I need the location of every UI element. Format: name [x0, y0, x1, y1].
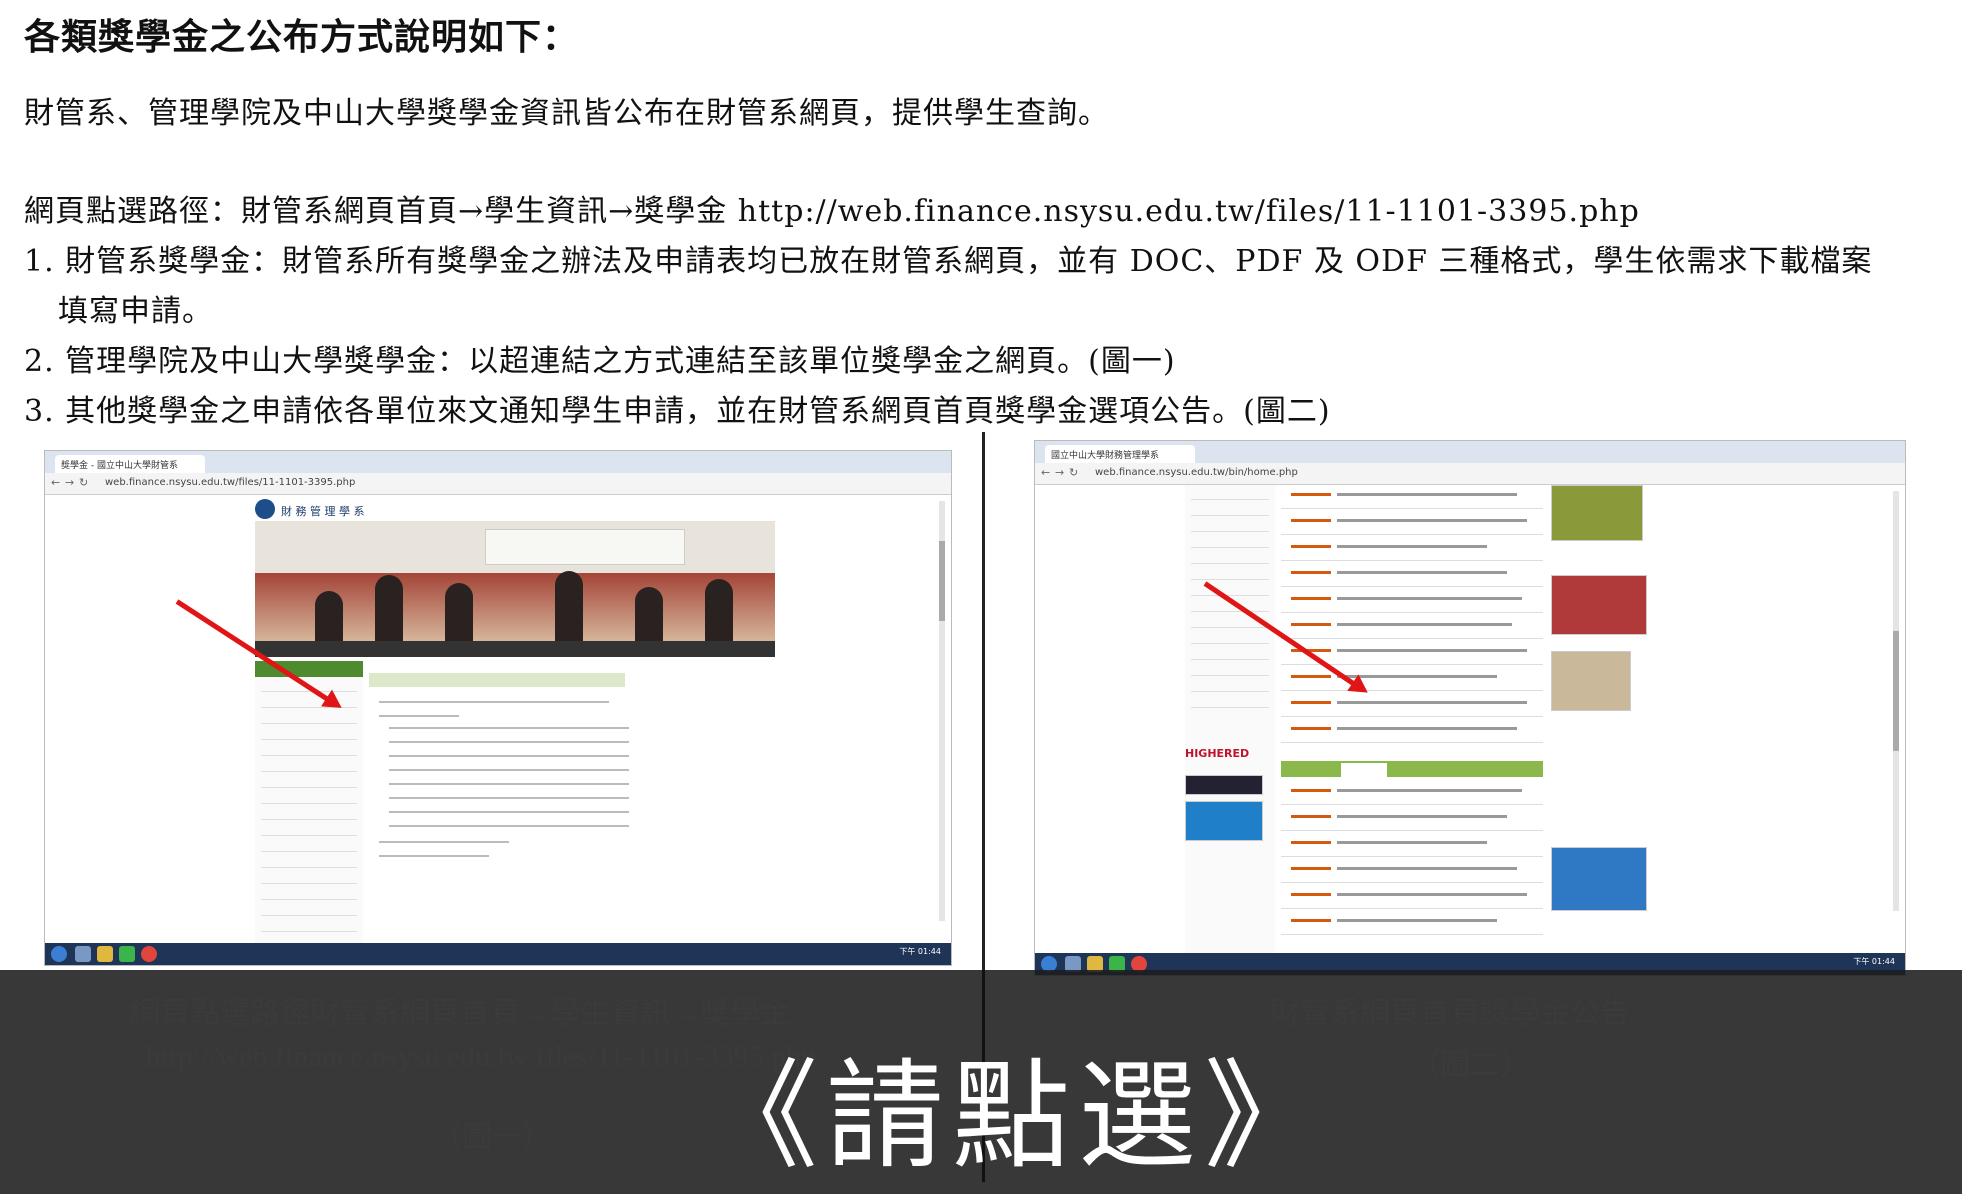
path-paragraph: 網頁點選路徑：財管系網頁首頁→學生資訊→獎學金 http://web.finan… [24, 194, 1640, 229]
forward-icon[interactable]: → [1055, 466, 1064, 479]
sidebar-menu [255, 661, 363, 961]
browser-tab[interactable]: 獎學金 - 國立中山大學財管系 [55, 455, 205, 473]
scholarship-content [369, 661, 775, 961]
news-tab-strip [1281, 761, 1543, 777]
browser-tab[interactable]: 國立中山大學財務管理學系 [1045, 445, 1195, 463]
figure-1-label: （圖一） [432, 1121, 552, 1154]
intro-paragraph: 財管系、管理學院及中山大學獎學金資訊皆公布在財管系網頁，提供學生查詢。 [24, 96, 1109, 131]
news-list [1281, 485, 1543, 955]
figure-1-caption: 網頁點選路徑財管系網頁首頁→學生資訊→獎學金 [130, 997, 790, 1030]
windows-taskbar: 下午 01:44 [45, 943, 951, 965]
forward-icon[interactable]: → [65, 476, 74, 489]
reload-icon[interactable]: ↻ [79, 476, 88, 489]
reload-icon[interactable]: ↻ [1069, 466, 1078, 479]
address-bar: ← → ↻ web.finance.nsysu.edu.tw/bin/home.… [1035, 463, 1905, 485]
right-promo-column [1551, 485, 1651, 955]
top-navigation [255, 641, 775, 657]
university-logo-icon [255, 499, 275, 519]
tab-scholarship[interactable] [1341, 763, 1387, 777]
url-text[interactable]: web.finance.nsysu.edu.tw/files/11-1101-3… [105, 477, 355, 488]
document-title: 各類獎學金之公布方式說明如下： [24, 16, 580, 58]
scrollbar[interactable] [1893, 491, 1899, 911]
taskbar-clock: 下午 01:44 [1853, 957, 1895, 966]
taskbar-clock: 下午 01:44 [899, 947, 941, 956]
list-item-1-continued: 填寫申請。 [58, 294, 213, 329]
browser-tab-bar: 國立中山大學財務管理學系 [1035, 441, 1905, 463]
figure-2-label: （圖二） [1410, 1049, 1530, 1082]
back-icon[interactable]: ← [51, 476, 60, 489]
please-click-button[interactable]: 《請點選》 [700, 1020, 1330, 1191]
chrome-icon[interactable] [141, 946, 157, 962]
scrollbar[interactable] [939, 501, 945, 921]
list-item-1: 1. 財管系獎學金：財管系所有獎學金之辦法及申請表均已放在財管系網頁，並有 DO… [24, 244, 1873, 279]
list-item-2: 2. 管理學院及中山大學獎學金：以超連結之方式連結至該單位獎學金之網頁。(圖一) [24, 344, 1176, 379]
highered-logo: HIGHERED [1185, 747, 1250, 760]
screenshot-figure-2: 國立中山大學財務管理學系 ← → ↻ web.finance.nsysu.edu… [1034, 440, 1906, 976]
back-icon[interactable]: ← [1041, 466, 1050, 479]
site-header: 財 務 管 理 學 系 [255, 499, 775, 521]
address-bar: ← → ↻ web.finance.nsysu.edu.tw/files/11-… [45, 473, 951, 495]
start-icon[interactable] [51, 946, 67, 962]
folder-icon[interactable] [97, 946, 113, 962]
site-name: 財 務 管 理 學 系 [281, 505, 365, 518]
list-item-3: 3. 其他獎學金之申請依各單位來文通知學生申請，並在財管系網頁首頁獎學金選項公告… [24, 394, 1331, 429]
classroom-banner-image [255, 521, 775, 641]
browser-tab-bar: 獎學金 - 國立中山大學財管系 [45, 451, 951, 473]
screenshot-figure-1: 獎學金 - 國立中山大學財管系 ← → ↻ web.finance.nsysu.… [44, 450, 952, 966]
sidebar-menu: HIGHERED [1185, 485, 1275, 955]
url-text[interactable]: web.finance.nsysu.edu.tw/bin/home.php [1095, 467, 1298, 478]
line-icon[interactable] [119, 946, 135, 962]
explorer-icon[interactable] [75, 946, 91, 962]
